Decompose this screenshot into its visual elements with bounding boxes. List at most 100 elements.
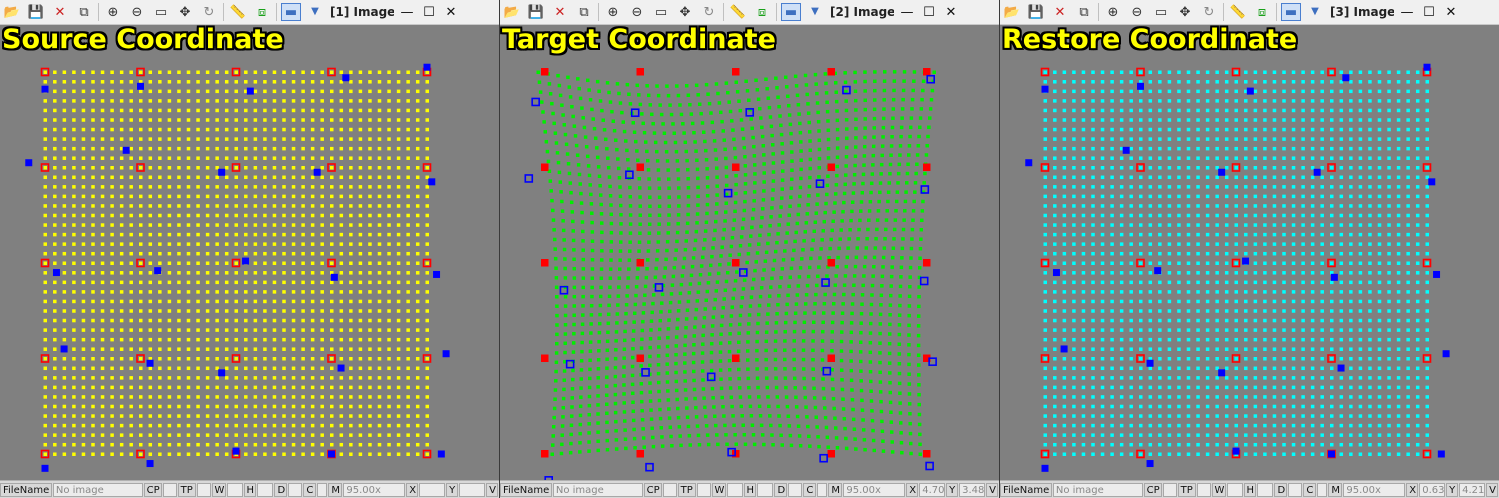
grid-point	[1081, 376, 1086, 380]
grid-point	[776, 232, 780, 236]
grid-point	[579, 201, 584, 205]
grid-point	[196, 175, 200, 180]
grid-point	[253, 423, 258, 428]
coordinate-plot[interactable]	[500, 0, 999, 480]
grid-point	[672, 265, 677, 270]
grid-point	[1339, 376, 1344, 380]
d-value	[788, 483, 803, 497]
grid-point	[667, 416, 672, 420]
grid-point	[1072, 385, 1076, 390]
grid-point	[1253, 395, 1258, 399]
source-marker	[41, 85, 49, 93]
grid-point	[1253, 146, 1258, 151]
grid-point	[1272, 232, 1277, 237]
image-window-target[interactable]: 📂💾✕⧉⊕⊖▭✥↻📏⧈▬▼[2] Image...—☐✕Target Coord…	[500, 0, 999, 498]
grid-point	[301, 280, 305, 285]
grid-point	[167, 347, 172, 351]
grid-point	[628, 185, 632, 190]
grid-point	[358, 442, 363, 447]
image-window-source[interactable]: 📂💾✕⧉⊕⊖▭✥↻📏⧈▬▼[1] Image...—☐✕Source Coord…	[0, 0, 499, 498]
grid-point	[396, 99, 401, 103]
grid-point	[72, 185, 76, 189]
grid-point	[339, 376, 344, 380]
grid-point	[673, 257, 678, 261]
grid-point	[1263, 194, 1267, 199]
grid-point	[1043, 357, 1047, 361]
grid-point	[684, 317, 689, 321]
grid-point	[110, 433, 114, 437]
grid-point	[609, 230, 614, 235]
grid-point	[310, 385, 315, 390]
grid-point	[1377, 251, 1382, 256]
grid-point	[81, 232, 86, 237]
grid-point	[368, 337, 372, 342]
grid-point	[339, 347, 344, 351]
grid-point	[244, 271, 248, 275]
grid-point	[616, 303, 620, 307]
grid-point	[580, 322, 585, 326]
grid-point	[1196, 328, 1200, 332]
grid-point	[263, 213, 267, 218]
grid-point	[291, 271, 296, 275]
grid-point	[387, 185, 391, 189]
grid-point	[1368, 204, 1372, 208]
grid-point	[186, 185, 191, 189]
grid-point	[556, 160, 561, 165]
grid-point	[749, 295, 754, 299]
grid-point	[631, 391, 635, 396]
grid-point	[705, 211, 709, 216]
grid-point	[1043, 70, 1047, 74]
coordinate-plot[interactable]	[1000, 0, 1499, 480]
grid-point	[205, 309, 210, 313]
grid-point	[1339, 357, 1344, 361]
grid-point	[887, 351, 892, 356]
grid-point	[635, 149, 639, 153]
grid-point	[320, 223, 324, 227]
grid-point	[898, 144, 903, 148]
grid-point	[842, 292, 846, 297]
grid-point	[1330, 166, 1334, 170]
grid-point	[1119, 175, 1124, 180]
grid-point	[72, 376, 76, 380]
grid-point	[852, 427, 857, 431]
grid-point	[186, 118, 191, 122]
grid-point	[339, 442, 344, 447]
grid-point	[1196, 194, 1200, 199]
grid-point	[843, 80, 848, 85]
grid-point	[1215, 318, 1219, 323]
grid-point	[1139, 213, 1143, 218]
coordinate-plot[interactable]	[0, 0, 499, 480]
grid-point	[660, 435, 664, 439]
grid-point	[578, 96, 583, 101]
grid-point	[1272, 299, 1277, 304]
grid-point	[571, 341, 576, 345]
grid-point	[72, 357, 76, 361]
grid-point	[224, 118, 229, 122]
grid-point	[1320, 118, 1324, 122]
image-window-restore[interactable]: 📂💾✕⧉⊕⊖▭✥↻📏⧈▬▼[3] Image...—☐✕Restore Coor…	[1000, 0, 1499, 498]
grid-point	[196, 261, 200, 265]
grid-point	[1148, 337, 1153, 342]
grid-point	[81, 376, 86, 380]
grid-point	[43, 175, 47, 180]
grid-point	[415, 395, 420, 399]
grid-point	[555, 295, 559, 299]
grid-point	[1272, 251, 1277, 256]
grid-point	[883, 70, 887, 74]
grid-point	[1320, 251, 1324, 256]
grid-point	[638, 195, 642, 199]
grid-point	[713, 219, 718, 224]
grid-point	[196, 204, 200, 208]
grid-point	[607, 175, 612, 179]
grid-point	[922, 181, 926, 185]
grid-point	[1186, 80, 1191, 84]
grid-point	[814, 82, 818, 86]
grid-point	[1139, 261, 1143, 265]
grid-point	[1396, 185, 1401, 189]
grid-point	[747, 385, 751, 390]
grid-point	[630, 364, 635, 369]
grid-point	[709, 350, 714, 355]
grid-point	[862, 144, 867, 149]
grid-point	[905, 181, 909, 185]
grid-point	[43, 213, 47, 218]
